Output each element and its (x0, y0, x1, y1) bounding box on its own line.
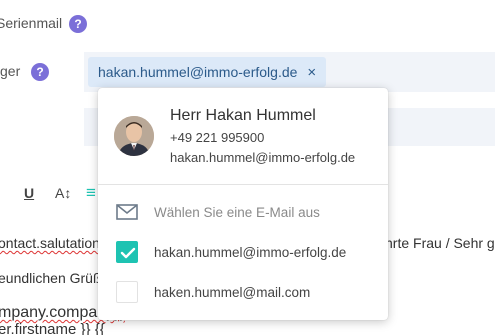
underline-button[interactable]: U (24, 185, 34, 201)
email-option-label: haken.hummel@mail.com (154, 284, 311, 300)
help-icon[interactable]: ? (69, 15, 87, 33)
chip-remove-icon[interactable]: × (307, 64, 316, 81)
editor-line-1-right[interactable]: hrte Frau / Sehr ge (385, 235, 495, 251)
align-button[interactable]: ≡ (86, 183, 96, 203)
recipient-chip[interactable]: hakan.hummel@immo-erfolg.de × (88, 57, 327, 87)
contact-phone: +49 221 995900 (170, 130, 265, 145)
email-option-label: hakan.hummel@immo-erfolg.de (154, 244, 347, 260)
checkmark-icon (120, 247, 136, 259)
contact-email: hakan.hummel@immo-erfolg.de (170, 150, 356, 165)
font-size-button[interactable]: A↕ (55, 185, 71, 201)
recipient-chip-label: hakan.hummel@immo-erfolg.de (98, 64, 298, 80)
email-select-hint-label: Wählen Sie eine E-Mail aus (154, 204, 320, 220)
editor-line-2[interactable]: eundlichen Grüße (0, 270, 109, 286)
contact-email-popup: Herr Hakan Hummel +49 221 995900 hakan.h… (98, 88, 388, 320)
checkbox-unchecked[interactable] (116, 281, 138, 303)
checkbox-checked[interactable] (116, 241, 138, 263)
contact-photo (114, 116, 154, 156)
contact-name: Herr Hakan Hummel (170, 107, 316, 124)
email-option-2[interactable]: haken.hummel@mail.com (98, 274, 388, 310)
editor-line-1-left[interactable]: ontact.salutationl (0, 235, 103, 251)
serienmail-label: Serienmail (0, 15, 63, 31)
avatar (114, 116, 154, 156)
email-select-hint: Wählen Sie eine E-Mail aus (98, 194, 388, 230)
email-option-1[interactable]: hakan.hummel@immo-erfolg.de (98, 234, 388, 270)
envelope-icon (116, 204, 138, 220)
help-icon[interactable]: ? (31, 63, 49, 81)
divider (98, 184, 388, 185)
editor-line-4[interactable]: er.firstname }} {{ (0, 321, 105, 335)
recipient-label: ger (0, 63, 21, 79)
